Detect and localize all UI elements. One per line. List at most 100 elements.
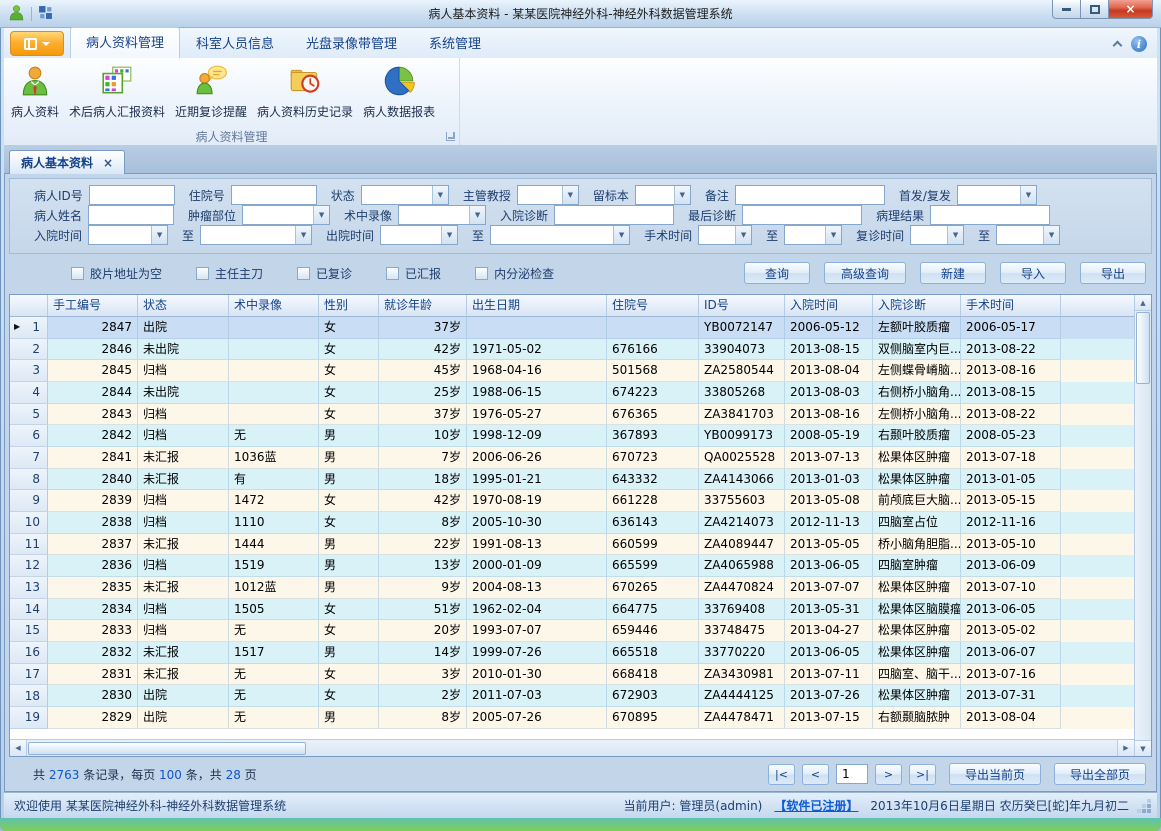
grid-cell-id[interactable]: ZA2580544 (699, 360, 785, 382)
grid-cell-surgdate[interactable]: 2013-01-05 (961, 469, 1061, 491)
grid-cell-code[interactable]: 2843 (48, 404, 138, 426)
grid-cell-gender[interactable]: 男 (319, 534, 379, 556)
combo-dropdown-icon[interactable]: ▼ (469, 206, 485, 224)
filter-combobox[interactable]: ▼ (635, 185, 691, 205)
grid-cell-surgdate[interactable]: 2013-06-07 (961, 642, 1061, 664)
table-row[interactable]: 162832未汇报1517男14岁1999-07-266655183377022… (10, 642, 1134, 664)
grid-cell-id[interactable]: 33755603 (699, 490, 785, 512)
ribbon-button-data-report[interactable]: 病人数据报表 (358, 61, 440, 123)
grid-cell-admdate[interactable]: 2013-08-16 (785, 404, 873, 426)
filter-combobox[interactable]: ▼ (910, 225, 964, 245)
grid-cell-code[interactable]: 2844 (48, 382, 138, 404)
table-row[interactable]: 92839归档1472女42岁1970-08-19661228337556032… (10, 490, 1134, 512)
grid-cell-status[interactable]: 未汇报 (138, 447, 229, 469)
filter-input[interactable] (88, 205, 174, 225)
grid-cell-admno[interactable]: 664775 (607, 599, 699, 621)
grid-cell-birth[interactable]: 1988-06-15 (467, 382, 607, 404)
grid-cell-video[interactable] (229, 360, 319, 382)
app-menu-button[interactable] (10, 31, 64, 56)
column-header-id[interactable]: ID号 (699, 295, 785, 316)
filter-combobox[interactable]: ▼ (380, 225, 458, 245)
combo-dropdown-icon[interactable]: ▼ (295, 226, 311, 244)
grid-cell-surgdate[interactable]: 2013-05-10 (961, 534, 1061, 556)
grid-cell-id[interactable]: 33904073 (699, 339, 785, 361)
grid-cell-status[interactable]: 归档 (138, 425, 229, 447)
grid-cell-gender[interactable]: 女 (319, 512, 379, 534)
grid-cell-age[interactable]: 18岁 (379, 469, 467, 491)
grid-cell-admdate[interactable]: 2013-06-05 (785, 555, 873, 577)
export-button[interactable]: 导出 (1080, 262, 1146, 284)
close-button[interactable]: × (1109, 0, 1153, 19)
grid-cell-birth[interactable]: 2011-07-03 (467, 685, 607, 707)
grid-cell-birth[interactable]: 2006-06-26 (467, 447, 607, 469)
grid-cell-video[interactable]: 1505 (229, 599, 319, 621)
table-row[interactable]: 32845归档女45岁1968-04-16501568ZA25805442013… (10, 360, 1134, 382)
combo-dropdown-icon[interactable]: ▼ (313, 206, 329, 224)
grid-cell-code[interactable]: 2840 (48, 469, 138, 491)
grid-cell-age[interactable]: 10岁 (379, 425, 467, 447)
grid-cell-id[interactable]: 33748475 (699, 620, 785, 642)
grid-cell-age[interactable]: 8岁 (379, 707, 467, 729)
grid-cell-age[interactable]: 2岁 (379, 685, 467, 707)
filter-combobox[interactable]: ▼ (996, 225, 1060, 245)
grid-cell-surgdate[interactable]: 2013-06-09 (961, 555, 1061, 577)
grid-cell-diagnosis[interactable]: 双侧脑室内巨... (873, 339, 961, 361)
grid-cell-status[interactable]: 归档 (138, 620, 229, 642)
grid-cell-diagnosis[interactable]: 桥小脑角胆脂... (873, 534, 961, 556)
grid-cell-video[interactable]: 无 (229, 664, 319, 686)
grid-cell-status[interactable]: 归档 (138, 404, 229, 426)
filter-checkbox-item[interactable]: 已复诊 (297, 265, 352, 282)
grid-cell-age[interactable]: 8岁 (379, 512, 467, 534)
filter-checkbox-item[interactable]: 内分泌检查 (475, 265, 554, 282)
grid-cell-gender[interactable]: 男 (319, 642, 379, 664)
table-row[interactable]: 132835未汇报1012蓝男9岁2004-08-13670265ZA44708… (10, 577, 1134, 599)
grid-cell-admdate[interactable]: 2013-08-04 (785, 360, 873, 382)
table-row[interactable]: 182830出院无女2岁2011-07-03672903ZA4444125201… (10, 685, 1134, 707)
grid-cell-surgdate[interactable]: 2012-11-16 (961, 512, 1061, 534)
grid-cell-video[interactable] (229, 404, 319, 426)
grid-cell-code[interactable]: 2832 (48, 642, 138, 664)
grid-cell-video[interactable]: 1036蓝 (229, 447, 319, 469)
prev-page-button[interactable]: < (802, 764, 829, 785)
grid-cell-gender[interactable]: 女 (319, 404, 379, 426)
grid-cell-diagnosis[interactable]: 松果体区肿瘤 (873, 469, 961, 491)
grid-cell-diagnosis[interactable]: 右颞叶胶质瘤 (873, 425, 961, 447)
grid-cell-diagnosis[interactable]: 左额叶胶质瘤 (873, 317, 961, 339)
grid-cell-id[interactable]: ZA4470824 (699, 577, 785, 599)
grid-cell-admdate[interactable]: 2013-05-05 (785, 534, 873, 556)
grid-cell-admno[interactable]: 367893 (607, 425, 699, 447)
grid-cell-birth[interactable]: 2005-07-26 (467, 707, 607, 729)
grid-cell-gender[interactable]: 女 (319, 490, 379, 512)
collapse-ribbon-icon[interactable] (1113, 41, 1123, 51)
ribbon-button-history[interactable]: 病人资料历史记录 (252, 61, 358, 123)
resize-grip[interactable] (1147, 809, 1151, 813)
minimize-button[interactable] (1052, 0, 1081, 19)
grid-cell-gender[interactable]: 女 (319, 339, 379, 361)
grid-cell-status[interactable]: 归档 (138, 555, 229, 577)
column-header-diagnosis[interactable]: 入院诊断 (873, 295, 961, 316)
registered-link[interactable]: 【软件已注册】 (774, 797, 858, 814)
filter-input[interactable] (231, 185, 317, 205)
grid-cell-status[interactable]: 未汇报 (138, 664, 229, 686)
grid-cell-video[interactable] (229, 382, 319, 404)
grid-cell-video[interactable]: 无 (229, 685, 319, 707)
grid-cell-age[interactable]: 51岁 (379, 599, 467, 621)
grid-cell-video[interactable]: 1012蓝 (229, 577, 319, 599)
grid-cell-admno[interactable]: 670723 (607, 447, 699, 469)
grid-cell-id[interactable]: ZA4478471 (699, 707, 785, 729)
column-header-status[interactable]: 状态 (138, 295, 229, 316)
grid-cell-surgdate[interactable]: 2013-07-18 (961, 447, 1061, 469)
grid-cell-surgdate[interactable]: 2013-06-05 (961, 599, 1061, 621)
grid-cell-code[interactable]: 2833 (48, 620, 138, 642)
grid-cell-admno[interactable]: 661228 (607, 490, 699, 512)
checkbox[interactable] (71, 267, 84, 280)
filter-checkbox-item[interactable]: 已汇报 (386, 265, 441, 282)
grid-cell-birth[interactable]: 1998-12-09 (467, 425, 607, 447)
grid-cell-gender[interactable]: 女 (319, 664, 379, 686)
combo-dropdown-icon[interactable]: ▼ (825, 226, 841, 244)
ribbon-tab-system[interactable]: 系统管理 (413, 28, 497, 58)
grid-cell-age[interactable]: 14岁 (379, 642, 467, 664)
grid-cell-video[interactable]: 1444 (229, 534, 319, 556)
grid-cell-video[interactable]: 1472 (229, 490, 319, 512)
grid-cell-surgdate[interactable]: 2006-05-17 (961, 317, 1061, 339)
